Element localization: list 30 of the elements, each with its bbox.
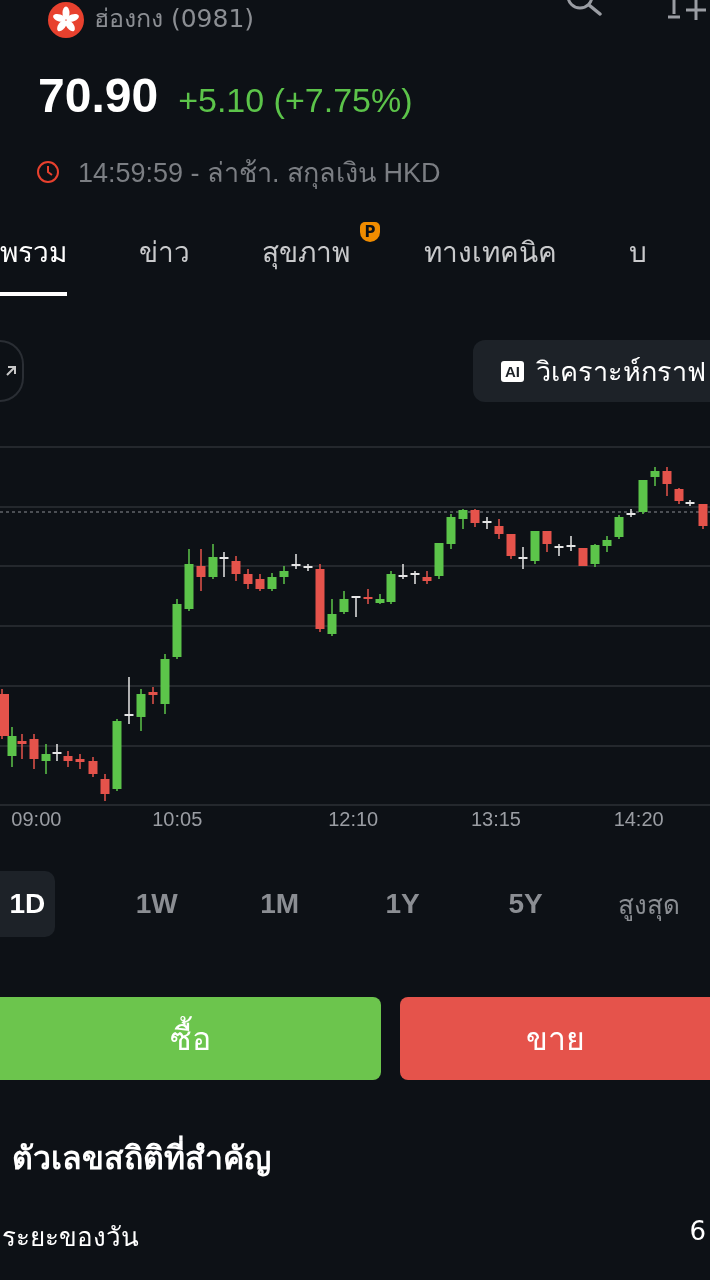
tab[interactable]: ทางเทคนิค [424, 220, 557, 296]
period-tab[interactable]: สูงสุด [587, 883, 710, 925]
time-axis-label: 13:15 [469, 808, 522, 832]
ai-icon: AI [501, 360, 524, 382]
arrow-icon [4, 364, 18, 378]
time-axis-label: 14:20 [612, 808, 665, 832]
time-axis-label: 10:05 [151, 808, 204, 832]
time-axis-label: 12:10 [327, 808, 380, 832]
sell-button[interactable]: ขาย [400, 997, 710, 1080]
expand-button[interactable] [0, 340, 24, 402]
tab[interactable]: พรวม [0, 220, 67, 296]
price-change: +5.10 (+7.75%) [178, 81, 413, 120]
tab[interactable]: บ [629, 220, 647, 296]
time-axis-label: 09:00 [10, 808, 63, 832]
premium-badge: P [360, 222, 380, 242]
flag-icon [48, 2, 84, 38]
timestamp-text: 14:59:59 - ล่าช้า. สกุลเงิน HKD [78, 156, 441, 191]
period-tab[interactable]: 1Y [341, 888, 465, 920]
stat-label: ระยะของวัน [2, 1221, 139, 1254]
tab[interactable]: ข่าว [139, 220, 190, 296]
analyze-chart-button[interactable]: AI วิเคราะห์กราฟ [473, 340, 710, 402]
period-tab[interactable]: 1D [0, 871, 56, 937]
market-label: ฮ่องกง (0981) [94, 3, 255, 35]
clock-icon [36, 160, 60, 184]
period-tab[interactable]: 5Y [464, 888, 588, 920]
stat-value: 6 [689, 1216, 706, 1248]
period-tab[interactable]: 1W [95, 888, 219, 920]
stock-price: 70.90 [38, 68, 159, 123]
period-tab[interactable]: 1M [218, 888, 342, 920]
section-title: ตัวเลขสถิติที่สำคัญ [0, 1132, 710, 1192]
